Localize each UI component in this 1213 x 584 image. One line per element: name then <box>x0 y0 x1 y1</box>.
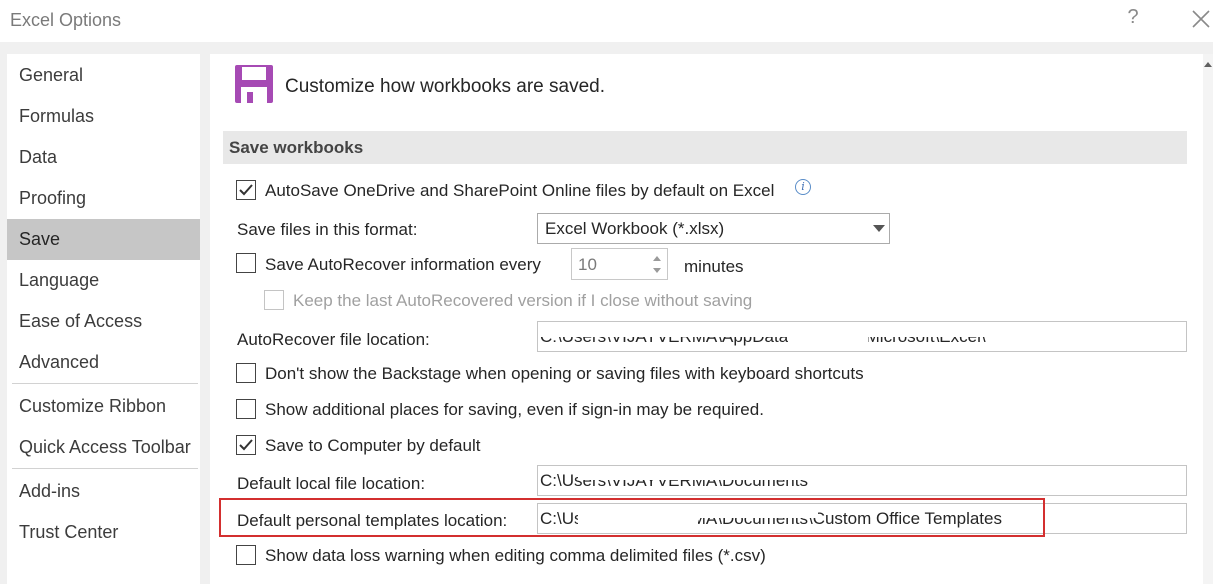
section-header-save-workbooks: Save workbooks <box>223 131 1187 164</box>
save-format-label: Save files in this format: <box>237 220 418 239</box>
autosave-label: AutoSave OneDrive and SharePoint Online … <box>265 181 775 200</box>
additional-places-checkbox[interactable] <box>236 399 256 419</box>
data-loss-warning-checkbox[interactable] <box>236 545 256 565</box>
autorecover-label: Save AutoRecover information every <box>265 255 541 274</box>
local-location-label: Default local file location: <box>237 474 426 493</box>
autorecover-location-input-box[interactable] <box>537 321 1187 352</box>
redaction-overlay <box>788 322 868 351</box>
save-to-computer-checkbox[interactable] <box>236 435 256 455</box>
vertical-scrollbar[interactable] <box>1203 54 1213 584</box>
nav-separator <box>12 383 198 384</box>
data-loss-warning-label: Show data loss warning when editing comm… <box>265 546 766 565</box>
no-backstage-checkbox[interactable] <box>236 363 256 383</box>
save-to-computer-label: Save to Computer by default <box>265 436 481 455</box>
help-button[interactable]: ? <box>1124 6 1142 32</box>
autorecover-checkbox[interactable] <box>236 253 256 273</box>
keep-last-version-label: Keep the last AutoRecovered version if I… <box>293 291 753 310</box>
highlight-box <box>219 498 1045 537</box>
nav-separator <box>12 468 198 469</box>
nav-ease-of-access[interactable]: Ease of Access <box>7 301 200 342</box>
nav-trust-center[interactable]: Trust Center <box>7 512 200 553</box>
no-backstage-label: Don't show the Backstage when opening or… <box>265 364 864 383</box>
additional-places-label: Show additional places for saving, even … <box>265 400 764 419</box>
scroll-up-button[interactable] <box>1203 58 1213 72</box>
nav-language[interactable]: Language <box>7 260 200 301</box>
save-format-select[interactable]: Excel Workbook (*.xlsx) <box>537 213 890 244</box>
save-format-value: Excel Workbook (*.xlsx) <box>545 219 725 238</box>
close-button[interactable] <box>1190 8 1212 30</box>
nav-quick-access-toolbar[interactable]: Quick Access Toolbar <box>7 427 200 468</box>
autorecover-minutes-input[interactable] <box>578 255 638 275</box>
nav-customize-ribbon[interactable]: Customize Ribbon <box>7 386 200 427</box>
checkmark-icon <box>239 439 253 451</box>
nav-formulas[interactable]: Formulas <box>7 96 200 137</box>
autorecover-location-label: AutoRecover file location: <box>237 330 430 349</box>
page-heading: Customize how workbooks are saved. <box>285 76 605 97</box>
options-sidebar: General Formulas Data Proofing Save Lang… <box>7 54 200 584</box>
scroll-up-arrow-icon <box>1204 62 1212 67</box>
title-bar: Excel Options ? <box>0 0 1213 42</box>
local-location-input-box[interactable] <box>537 465 1187 496</box>
chevron-down-icon <box>873 225 885 232</box>
redaction-overlay <box>578 466 818 480</box>
nav-save[interactable]: Save <box>7 219 200 260</box>
minutes-label: minutes <box>684 257 744 276</box>
checkmark-icon <box>239 184 253 196</box>
info-icon[interactable]: i <box>795 179 811 195</box>
nav-add-ins[interactable]: Add-ins <box>7 471 200 512</box>
spin-down-icon <box>653 268 661 273</box>
window-title: Excel Options <box>10 10 122 30</box>
autosave-checkbox[interactable] <box>236 180 256 200</box>
nav-data[interactable]: Data <box>7 137 200 178</box>
nav-general[interactable]: General <box>7 55 200 96</box>
nav-proofing[interactable]: Proofing <box>7 178 200 219</box>
floppy-disk-icon <box>233 63 275 105</box>
section-title: Save workbooks <box>229 138 364 157</box>
close-icon <box>1192 10 1210 28</box>
spin-up-icon <box>653 256 661 261</box>
nav-advanced[interactable]: Advanced <box>7 342 200 383</box>
autorecover-minutes-stepper[interactable] <box>571 248 668 280</box>
keep-last-version-checkbox[interactable] <box>264 290 284 310</box>
